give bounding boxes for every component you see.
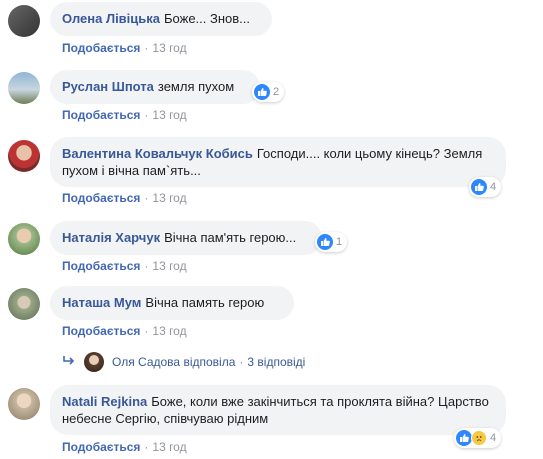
comment-meta: Подобається · 13 год: [62, 41, 187, 55]
comment-bubble: Олена Лівіцька Боже... Знов...: [50, 2, 272, 36]
reaction-summary[interactable]: 4: [454, 428, 502, 448]
separator-dot: ·: [144, 41, 149, 55]
reaction-summary[interactable]: 2: [252, 82, 285, 102]
reaction-summary[interactable]: 4: [469, 177, 502, 197]
like-link[interactable]: Подобається: [62, 108, 140, 122]
comment-author[interactable]: Наталія Харчук: [62, 230, 160, 245]
sad-icon: [471, 430, 487, 446]
avatar[interactable]: [8, 223, 40, 255]
comment-meta: Подобається · 13 год: [62, 440, 187, 454]
reaction-summary[interactable]: 1: [315, 232, 348, 252]
comment-time[interactable]: 13 год: [152, 108, 186, 122]
like-link[interactable]: Подобається: [62, 191, 140, 205]
comment-time[interactable]: 13 год: [152, 41, 186, 55]
avatar[interactable]: [8, 288, 40, 320]
reaction-count: 4: [490, 432, 497, 444]
reply-arrow-icon: [62, 355, 76, 370]
comment-time[interactable]: 13 год: [152, 324, 186, 338]
reaction-count: 2: [273, 86, 280, 98]
like-icon: [254, 84, 270, 100]
comment-meta: Подобається · 13 год: [62, 108, 187, 122]
comment-time[interactable]: 13 год: [152, 259, 186, 273]
comment-author[interactable]: Олена Лівіцька: [62, 11, 160, 26]
like-icon: [317, 234, 333, 250]
comment-bubble: Natali Rejkina Боже, коли вже закінчиться…: [50, 385, 506, 435]
comment-bubble: Валентина Ковальчук Кобись Господи.... ко…: [50, 137, 506, 187]
comment-meta: Подобається · 13 год: [62, 324, 187, 338]
comment-meta: Подобається · 13 год: [62, 259, 187, 273]
separator-dot: ·: [144, 259, 149, 273]
comment-text: Вічна память герою: [145, 295, 265, 310]
like-icon: [471, 179, 487, 195]
like-link[interactable]: Подобається: [62, 324, 140, 338]
comment-author[interactable]: Natali Rejkina: [62, 394, 147, 409]
avatar: [84, 352, 104, 372]
separator-dot: ·: [144, 324, 149, 338]
comment-text: Вічна пам'ять герою...: [164, 230, 297, 245]
comment-bubble: Наталія Харчук Вічна пам'ять герою...: [50, 221, 322, 255]
comment-text: земля пухом: [157, 79, 235, 94]
avatar[interactable]: [8, 140, 40, 172]
like-link[interactable]: Подобається: [62, 440, 140, 454]
comment-meta: Подобається · 13 год: [62, 191, 187, 205]
avatar[interactable]: [8, 388, 40, 420]
reply-action[interactable]: відповіла: [183, 355, 235, 369]
reaction-count: 4: [490, 181, 497, 193]
separator-dot: ·: [144, 191, 149, 205]
like-link[interactable]: Подобається: [62, 259, 140, 273]
like-link[interactable]: Подобається: [62, 41, 140, 55]
separator-dot: ·: [144, 440, 149, 454]
comment-author[interactable]: Валентина Ковальчук Кобись: [62, 146, 253, 161]
comment-author[interactable]: Руслан Шпота: [62, 79, 154, 94]
separator-dot: ·: [239, 355, 244, 369]
avatar[interactable]: [8, 72, 40, 104]
separator-dot: ·: [144, 108, 149, 122]
view-replies-link[interactable]: Оля Садова відповіла · 3 відповіді: [62, 350, 305, 374]
reply-count[interactable]: 3 відповіді: [247, 355, 305, 369]
reaction-count: 1: [336, 236, 343, 248]
comment-text: Боже... Знов...: [164, 11, 251, 26]
comment-time[interactable]: 13 год: [152, 440, 186, 454]
avatar[interactable]: [8, 5, 40, 37]
comment-time[interactable]: 13 год: [152, 191, 186, 205]
comment-bubble: Наташа Мум Вічна память герою: [50, 286, 294, 320]
replier-name[interactable]: Оля Садова: [112, 355, 180, 369]
comment-bubble: Руслан Шпота земля пухом: [50, 70, 260, 104]
like-icon: [456, 430, 472, 446]
comment-author[interactable]: Наташа Мум: [62, 295, 141, 310]
